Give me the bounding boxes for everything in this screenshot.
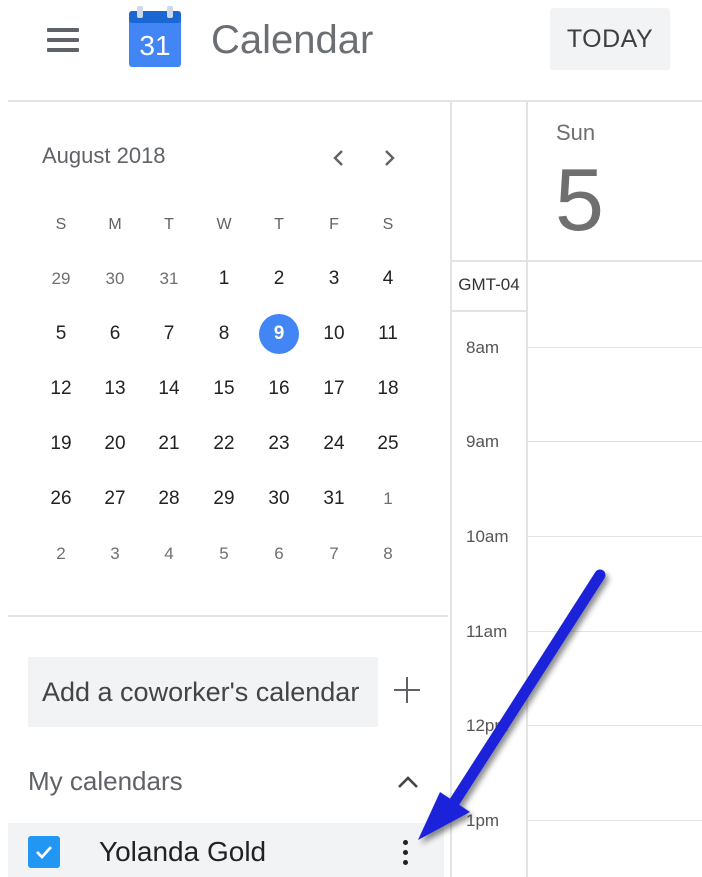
mini-calendar-day[interactable]: 12 (41, 369, 81, 409)
hour-slot-line (528, 820, 702, 821)
mini-calendar-day[interactable]: 3 (314, 259, 354, 299)
mini-calendar-day[interactable]: 6 (259, 534, 299, 574)
my-calendars-label: My calendars (28, 766, 183, 796)
mini-calendar-day[interactable]: 21 (149, 424, 189, 464)
hour-label: 9am (466, 432, 500, 451)
mini-calendar-day[interactable]: 26 (41, 479, 81, 519)
mini-calendar-day[interactable]: 27 (95, 479, 135, 519)
prev-month-button[interactable] (320, 140, 356, 176)
mini-calendar-day[interactable]: 1 (204, 259, 244, 299)
weekday-header: T (164, 216, 174, 233)
mini-calendar-day[interactable]: 2 (41, 534, 81, 574)
mini-calendar-day[interactable]: 1 (368, 479, 408, 519)
hour-label: 11am (466, 622, 508, 641)
svg-text:31: 31 (139, 30, 170, 61)
mini-calendar-day[interactable]: 29 (41, 259, 81, 299)
weekday-header: M (108, 216, 122, 233)
next-month-button[interactable] (372, 140, 408, 176)
mini-calendar-day[interactable]: 25 (368, 424, 408, 464)
main-menu-button[interactable] (40, 20, 86, 60)
weekday-header: F (329, 216, 339, 233)
mini-calendar-day[interactable]: 6 (95, 314, 135, 354)
mini-calendar-day[interactable]: 22 (204, 424, 244, 464)
mini-calendar-day[interactable]: 17 (314, 369, 354, 409)
add-calendar-button[interactable] (390, 673, 424, 707)
mini-calendar-day[interactable]: 7 (314, 534, 354, 574)
mini-calendar-day[interactable]: 18 (368, 369, 408, 409)
mini-calendar-day-selected[interactable]: 9 (259, 314, 299, 354)
hour-slot-line (528, 441, 702, 442)
calendar-options-button[interactable] (395, 832, 417, 874)
mini-calendar-day[interactable]: 4 (368, 259, 408, 299)
mini-calendar-day[interactable]: 4 (149, 534, 189, 574)
mini-calendar-day[interactable]: 16 (259, 369, 299, 409)
day-header-number[interactable]: 5 (555, 150, 604, 250)
mini-calendar-day[interactable]: 10 (314, 314, 354, 354)
calendar-name: Yolanda Gold (99, 836, 267, 867)
mini-calendar-day[interactable]: 8 (368, 534, 408, 574)
mini-calendar-day[interactable]: 31 (149, 259, 189, 299)
add-coworker-calendar-input[interactable]: Add a coworker's calendar (28, 657, 378, 727)
hour-label: 8am (466, 338, 500, 357)
hour-slot-line (528, 347, 702, 348)
mini-calendar-day[interactable]: 5 (41, 314, 81, 354)
mini-calendar-day[interactable]: 3 (95, 534, 135, 574)
time-column-border (526, 100, 528, 877)
timezone-label: GMT-04 (452, 260, 526, 312)
calendar-checkbox[interactable] (28, 836, 60, 868)
mini-calendar-day[interactable]: 7 (149, 314, 189, 354)
header-divider (8, 100, 702, 102)
collapse-my-calendars-button[interactable] (394, 770, 422, 794)
day-header-name: Sun (556, 120, 596, 145)
mini-calendar-day[interactable]: 5 (204, 534, 244, 574)
hour-label: 12pm (466, 716, 509, 735)
mini-calendar-day[interactable]: 30 (259, 479, 299, 519)
mini-calendar-day[interactable]: 29 (204, 479, 244, 519)
day-view-left-border (450, 100, 452, 877)
more-vert-icon (403, 840, 408, 845)
mini-calendar-day[interactable]: 23 (259, 424, 299, 464)
hour-slot-line (528, 536, 702, 537)
mini-calendar-day[interactable]: 30 (95, 259, 135, 299)
weekday-header: W (216, 216, 232, 233)
mini-calendar-day[interactable]: 2 (259, 259, 299, 299)
weekday-header: T (274, 216, 284, 233)
chevron-right-icon (385, 150, 395, 166)
mini-calendar-day[interactable]: 24 (314, 424, 354, 464)
hour-label: 1pm (466, 811, 500, 830)
checkmark-icon (36, 846, 53, 860)
hour-slot-line (528, 631, 702, 632)
mini-calendar-day[interactable]: 31 (314, 479, 354, 519)
mini-calendar-month-label: August 2018 (42, 143, 166, 168)
mini-calendar-day[interactable]: 19 (41, 424, 81, 464)
mini-calendar-day[interactable]: 20 (95, 424, 135, 464)
hour-label: 10am (466, 527, 509, 546)
mini-calendar-day[interactable]: 13 (95, 369, 135, 409)
sidebar-divider (8, 615, 448, 617)
app-title: Calendar (211, 18, 374, 62)
mini-calendar-day[interactable]: 11 (368, 314, 408, 354)
chevron-up-icon (398, 776, 418, 788)
chevron-left-icon (333, 150, 343, 166)
mini-calendar-day[interactable]: 8 (204, 314, 244, 354)
mini-calendar-day[interactable]: 14 (149, 369, 189, 409)
weekday-header: S (55, 216, 67, 233)
mini-calendar-day[interactable]: 15 (204, 369, 244, 409)
today-button[interactable]: TODAY (550, 8, 670, 70)
hour-slot-line (528, 725, 702, 726)
weekday-header: S (382, 216, 394, 233)
calendar-logo: 31 (127, 5, 183, 69)
mini-calendar-day[interactable]: 28 (149, 479, 189, 519)
